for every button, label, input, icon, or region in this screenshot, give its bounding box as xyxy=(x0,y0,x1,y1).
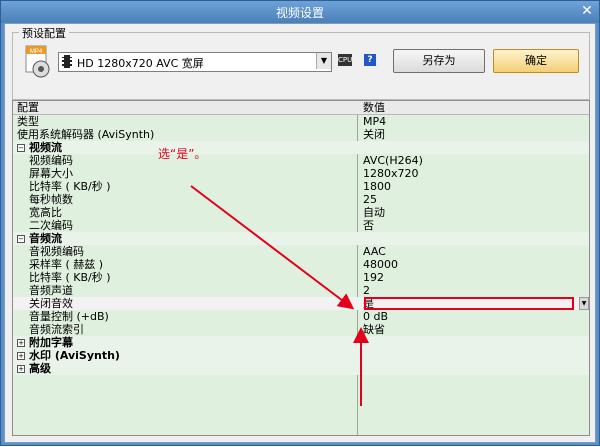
grid-row-type[interactable]: 类型 MP4 xyxy=(13,115,589,128)
ok-button[interactable]: 确定 xyxy=(493,49,579,73)
row-label: 类型 xyxy=(17,115,39,128)
grid-row-sample-rate[interactable]: 采样率 ( 赫兹 ) 48000 xyxy=(13,258,589,271)
section-subtitles[interactable]: + 附加字幕 xyxy=(13,336,589,349)
section-label: 高级 xyxy=(29,362,51,375)
window-title: 视频设置 xyxy=(275,6,324,20)
row-label: 关闭音效 xyxy=(29,297,73,310)
section-label: 附加字幕 xyxy=(29,336,73,349)
preset-group: 预设配置 MP4 HD 1280x720 AVC 宽屏 ▼ CPU ? 另存为 … xyxy=(12,25,590,100)
row-label: 使用系统解码器 (AviSynth) xyxy=(17,128,155,141)
row-label: 音频声道 xyxy=(29,284,73,297)
cpu-icon[interactable]: CPU xyxy=(338,54,352,66)
row-value[interactable]: 自动 xyxy=(363,206,583,219)
expand-toggle-icon[interactable]: + xyxy=(17,365,25,373)
row-label: 二次编码 xyxy=(29,219,73,232)
row-label: 比特率 ( KB/秒 ) xyxy=(29,271,111,284)
highlight-box xyxy=(364,297,574,310)
row-value[interactable]: MP4 xyxy=(363,115,583,128)
mp4-file-icon: MP4 xyxy=(25,45,50,78)
help-icon[interactable]: ? xyxy=(364,54,376,66)
title-bar: 视频设置 ✕ xyxy=(1,1,599,23)
grid-row-aspect-ratio[interactable]: 宽高比 自动 xyxy=(13,206,589,219)
grid-header: 配置 数值 xyxy=(13,101,589,115)
grid-row-two-pass[interactable]: 二次编码 否 xyxy=(13,219,589,232)
row-label: 音视频编码 xyxy=(29,245,84,258)
row-value[interactable]: AVC(H264) xyxy=(363,154,583,167)
preset-group-label: 预设配置 xyxy=(19,25,69,41)
row-value[interactable]: 25 xyxy=(363,193,583,206)
row-label: 音量控制 (+dB) xyxy=(29,310,109,323)
section-label: 水印 (AviSynth) xyxy=(29,349,120,362)
save-as-button[interactable]: 另存为 xyxy=(393,49,485,73)
section-audio-stream[interactable]: − 音频流 xyxy=(13,232,589,245)
grid-row-mute-audio[interactable]: 关闭音效 是 ▼ xyxy=(13,297,589,310)
grid-row-audio-stream-index[interactable]: 音频流索引 缺省 xyxy=(13,323,589,336)
grid-row-fps[interactable]: 每秒帧数 25 xyxy=(13,193,589,206)
row-value[interactable]: 192 xyxy=(363,271,583,284)
grid-row-audio-channels[interactable]: 音频声道 2 xyxy=(13,284,589,297)
row-label: 音频流索引 xyxy=(29,323,84,336)
film-icon xyxy=(62,55,72,68)
dialog-body: 预设配置 MP4 HD 1280x720 AVC 宽屏 ▼ CPU ? 另存为 … xyxy=(4,23,596,443)
chevron-down-icon[interactable]: ▼ xyxy=(579,297,589,310)
row-label: 屏幕大小 xyxy=(29,167,73,180)
row-label: 比特率 ( KB/秒 ) xyxy=(29,180,111,193)
row-label: 宽高比 xyxy=(29,206,62,219)
grid-row-video-codec[interactable]: 视频编码 AVC(H264) xyxy=(13,154,589,167)
settings-grid: 配置 数值 类型 MP4 使用系统解码器 (AviSynth) 关闭 − 视频流… xyxy=(12,100,590,436)
preset-select[interactable]: HD 1280x720 AVC 宽屏 ▼ xyxy=(58,52,332,72)
grid-row-audio-bitrate[interactable]: 比特率 ( KB/秒 ) 192 xyxy=(13,271,589,284)
row-label: 采样率 ( 赫兹 ) xyxy=(29,258,104,271)
grid-row-volume[interactable]: 音量控制 (+dB) 0 dB xyxy=(13,310,589,323)
section-video-stream[interactable]: − 视频流 xyxy=(13,141,589,154)
row-value[interactable]: 2 xyxy=(363,284,583,297)
grid-row-audio-codec[interactable]: 音视频编码 AAC xyxy=(13,245,589,258)
row-value[interactable]: 1800 xyxy=(363,180,583,193)
section-watermark[interactable]: + 水印 (AviSynth) xyxy=(13,349,589,362)
row-value[interactable]: AAC xyxy=(363,245,583,258)
chevron-down-icon[interactable]: ▼ xyxy=(316,53,331,69)
mp4-icon-text: MP4 xyxy=(30,49,43,55)
grid-row-video-bitrate[interactable]: 比特率 ( KB/秒 ) 1800 xyxy=(13,180,589,193)
section-advanced[interactable]: + 高级 xyxy=(13,362,589,375)
column-header-value[interactable]: 数值 xyxy=(363,101,583,114)
row-value[interactable]: 缺省 xyxy=(363,323,583,336)
section-label: 音频流 xyxy=(29,232,62,245)
row-value[interactable]: 否 xyxy=(363,219,583,232)
grid-row-screen-size[interactable]: 屏幕大小 1280x720 xyxy=(13,167,589,180)
preset-selected-value: HD 1280x720 AVC 宽屏 xyxy=(77,57,204,70)
row-label: 每秒帧数 xyxy=(29,193,73,206)
collapse-toggle-icon[interactable]: − xyxy=(17,235,25,243)
video-settings-window: 视频设置 ✕ 预设配置 MP4 HD 1280x720 AVC 宽屏 ▼ CPU… xyxy=(0,0,600,446)
row-value[interactable]: 关闭 xyxy=(363,128,583,141)
expand-toggle-icon[interactable]: + xyxy=(17,352,25,360)
row-value[interactable]: 1280x720 xyxy=(363,167,583,180)
collapse-toggle-icon[interactable]: − xyxy=(17,144,25,152)
grid-row-system-decoder[interactable]: 使用系统解码器 (AviSynth) 关闭 xyxy=(13,128,589,141)
row-value[interactable]: 48000 xyxy=(363,258,583,271)
annotation-text: 选“是”。 xyxy=(158,147,207,161)
column-header-name[interactable]: 配置 xyxy=(17,101,357,114)
row-value[interactable]: 0 dB xyxy=(363,310,583,323)
expand-toggle-icon[interactable]: + xyxy=(17,339,25,347)
close-icon[interactable]: ✕ xyxy=(579,4,595,19)
